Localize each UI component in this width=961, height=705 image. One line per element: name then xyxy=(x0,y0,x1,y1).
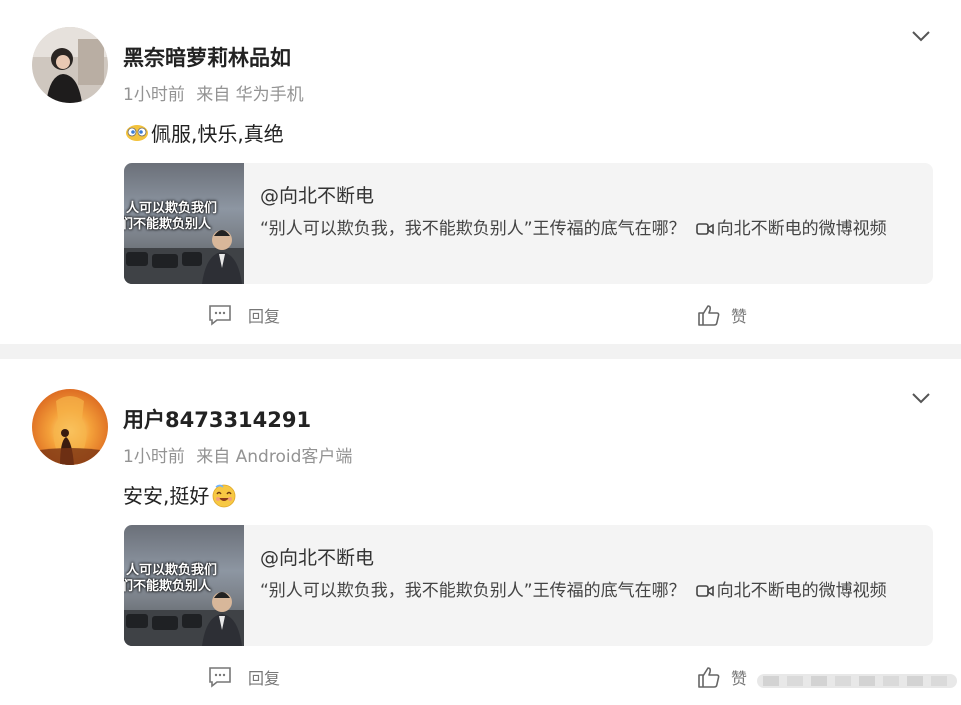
quoted-body-text: “别人可以欺负我，我不能欺负别人”王传福的底气在哪？ xyxy=(260,581,686,601)
username[interactable]: 用户8473314291 xyxy=(123,404,311,434)
comment-icon xyxy=(209,667,231,688)
comment-text: 佩服,快乐,真绝 xyxy=(123,118,284,148)
quoted-post[interactable]: 人可以欺负我们 们不能欺负别人 @向北不断电 “别人可以欺负我，我不能欺负别人”… xyxy=(124,163,933,284)
reply-label: 回复 xyxy=(248,669,281,688)
comment-text-content: 安安,挺好 xyxy=(123,484,210,508)
username[interactable]: 黑奈暗萝莉林品如 xyxy=(123,42,291,72)
like-label: 赞 xyxy=(731,307,748,326)
source: 来自 华为手机 xyxy=(196,85,304,105)
thumb-car xyxy=(126,614,148,628)
reply-button[interactable]: 回复 xyxy=(208,303,280,327)
watermark-blur xyxy=(757,670,957,692)
quoted-body: “别人可以欺负我，我不能欺负别人”王传福的底气在哪？ 向北不断电的微博视频 xyxy=(260,577,920,607)
comment-meta: 1小时前 来自 Android客户端 xyxy=(123,442,352,467)
emoji-icon xyxy=(211,482,237,513)
thumbs-up-icon xyxy=(698,667,720,688)
like-label: 赞 xyxy=(731,669,748,688)
quoted-post[interactable]: 人可以欺负我们 们不能欺负别人 @向北不断电 “别人可以欺负我，我不能欺负别人”… xyxy=(124,525,933,646)
video-thumbnail[interactable]: 人可以欺负我们 们不能欺负别人 xyxy=(124,525,244,646)
quoted-body: “别人可以欺负我，我不能欺负别人”王传福的底气在哪？ 向北不断电的微博视频 xyxy=(260,215,920,245)
quoted-author[interactable]: @向北不断电 xyxy=(260,543,374,570)
video-thumbnail[interactable]: 人可以欺负我们 们不能欺负别人 xyxy=(124,163,244,284)
comment-icon xyxy=(209,305,231,326)
video-link[interactable]: 向北不断电的微博视频 xyxy=(717,219,887,239)
thumbs-up-icon xyxy=(698,305,720,326)
thumb-car xyxy=(182,252,202,266)
video-camera-icon xyxy=(695,217,714,245)
chevron-down-icon[interactable] xyxy=(911,390,931,404)
timestamp: 1小时前 xyxy=(123,447,185,467)
comment-meta: 1小时前 来自 华为手机 xyxy=(123,80,304,105)
reply-label: 回复 xyxy=(248,307,281,326)
quoted-body-text: “别人可以欺负我，我不能欺负别人”王传福的底气在哪？ xyxy=(260,219,686,239)
avatar[interactable] xyxy=(32,27,108,103)
thumb-car xyxy=(152,254,178,268)
thumb-caption-2: 们不能欺负别人 xyxy=(124,579,212,594)
thumb-car xyxy=(182,614,202,628)
comment-card: 黑奈暗萝莉林品如 1小时前 来自 华为手机 佩服,快乐,真绝 人可以欺负我们 们… xyxy=(0,0,961,344)
emoji-icon xyxy=(125,123,149,148)
thumb-car xyxy=(152,616,178,630)
timestamp: 1小时前 xyxy=(123,85,185,105)
avatar[interactable] xyxy=(32,389,108,465)
reply-button[interactable]: 回复 xyxy=(208,665,280,689)
thumb-caption-2: 们不能欺负别人 xyxy=(124,217,212,232)
quoted-author[interactable]: @向北不断电 xyxy=(260,181,374,208)
comment-text-content: 佩服,快乐,真绝 xyxy=(151,122,284,146)
thumb-car xyxy=(126,252,148,266)
like-button[interactable]: 赞 xyxy=(697,303,747,327)
chevron-down-icon[interactable] xyxy=(911,28,931,42)
video-link[interactable]: 向北不断电的微博视频 xyxy=(717,581,887,601)
comment-text: 安安,挺好 xyxy=(123,480,239,513)
video-camera-icon xyxy=(695,579,714,607)
source: 来自 Android客户端 xyxy=(196,447,353,467)
like-button[interactable]: 赞 xyxy=(697,665,747,689)
comment-card: 用户8473314291 1小时前 来自 Android客户端 安安,挺好 人可… xyxy=(0,359,961,705)
